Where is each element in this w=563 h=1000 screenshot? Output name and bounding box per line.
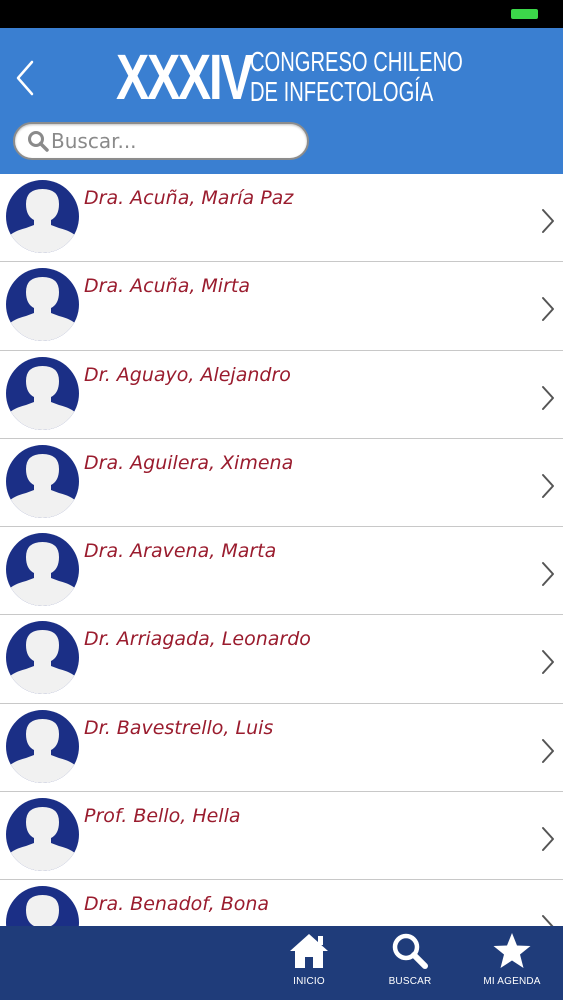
chevron-right-icon xyxy=(542,562,554,587)
avatar-placeholder-icon xyxy=(6,180,79,253)
chevron-right-icon xyxy=(542,385,554,410)
home-icon xyxy=(290,934,328,968)
avatar-placeholder-icon xyxy=(6,886,79,926)
avatar-placeholder-icon xyxy=(6,444,79,518)
speaker-row[interactable]: Dr. Arriagada, Leonardo xyxy=(0,615,563,704)
search-input[interactable] xyxy=(51,129,291,153)
speaker-row[interactable]: Dra. Acuña, Mirta xyxy=(0,262,563,351)
speaker-name: Dra. Acuña, María Paz xyxy=(84,187,294,209)
back-button[interactable] xyxy=(12,58,42,98)
chevron-right-icon xyxy=(542,297,554,322)
speaker-row[interactable]: Dra. Aravena, Marta xyxy=(0,527,563,616)
chevron-right-icon xyxy=(542,738,554,763)
search-icon xyxy=(392,933,428,969)
speaker-row[interactable]: Dr. Aguayo, Alejandro xyxy=(0,351,563,439)
avatar-placeholder-icon xyxy=(6,268,79,342)
speaker-name: Dr. Bavestrello, Luis xyxy=(84,716,274,739)
avatar-placeholder-icon xyxy=(6,533,79,607)
speaker-row[interactable]: Dra. Acuña, María Paz xyxy=(0,174,563,263)
avatar-placeholder-icon xyxy=(6,621,79,695)
title-line-1: CONGRESO CHILENO xyxy=(250,46,463,77)
congress-title: XXXIV CONGRESO CHILENO DE INFECTOLOGÍA xyxy=(116,42,546,112)
avatar-placeholder-icon xyxy=(6,798,79,872)
search-bar[interactable] xyxy=(13,122,309,160)
avatar-placeholder-icon xyxy=(6,356,79,430)
tab-inicio-label: INICIO xyxy=(293,976,325,987)
app-header: XXXIV CONGRESO CHILENO DE INFECTOLOGÍA xyxy=(0,28,563,174)
tab-mi-agenda-label: MI AGENDA xyxy=(483,976,541,987)
tab-mi-agenda[interactable]: MI AGENDA xyxy=(472,932,552,998)
speaker-list: Dra. Acuña, María Paz Dra. Acuña, Mirta Dr… xyxy=(0,174,563,926)
tab-buscar[interactable]: BUSCAR xyxy=(370,932,450,998)
magnifier-icon xyxy=(28,131,49,152)
chevron-right-icon xyxy=(542,209,554,233)
chevron-left-icon xyxy=(16,60,34,96)
chevron-right-icon xyxy=(542,650,554,675)
avatar-placeholder-icon xyxy=(6,709,79,783)
speaker-row[interactable]: Dra. Benadof, Bona xyxy=(0,880,563,926)
speaker-name: Dra. Acuña, Mirta xyxy=(84,275,250,298)
tab-inicio[interactable]: INICIO xyxy=(269,932,349,998)
speaker-name: Dra. Benadof, Bona xyxy=(84,893,270,916)
speaker-name: Dr. Aguayo, Alejandro xyxy=(84,363,291,386)
speaker-name: Dra. Aravena, Marta xyxy=(84,540,277,563)
speaker-name: Dr. Arriagada, Leonardo xyxy=(84,628,311,651)
status-bar xyxy=(0,0,563,28)
title-text: CONGRESO CHILENO DE INFECTOLOGÍA xyxy=(250,47,546,107)
chevron-right-icon xyxy=(542,827,554,852)
speaker-row[interactable]: Dra. Aguilera, Ximena xyxy=(0,439,563,528)
tab-buscar-label: BUSCAR xyxy=(388,976,432,987)
speaker-name: Dra. Aguilera, Ximena xyxy=(84,451,294,474)
speaker-row[interactable]: Dr. Bavestrello, Luis xyxy=(0,704,563,793)
title-line-2: DE INFECTOLOGÍA xyxy=(250,76,434,107)
chevron-right-icon xyxy=(542,915,554,926)
chevron-right-icon xyxy=(542,473,554,498)
battery-icon xyxy=(511,9,538,19)
speaker-row[interactable]: Prof. Bello, Hella xyxy=(0,792,563,881)
speaker-name: Prof. Bello, Hella xyxy=(84,805,241,828)
title-roman-numeral: XXXIV xyxy=(116,41,254,113)
tab-bar: INICIO BUSCAR MI AGENDA xyxy=(0,926,563,1000)
star-icon xyxy=(493,933,531,968)
